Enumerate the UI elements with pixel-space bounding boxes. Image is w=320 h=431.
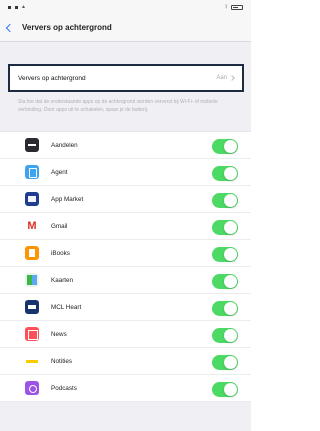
kaarten-toggle[interactable] — [212, 274, 238, 289]
ibooks-toggle[interactable] — [212, 247, 238, 262]
background-refresh-setting-row[interactable]: Ververs op achtergrond Aan — [8, 64, 244, 92]
app-row-podcasts: Podcasts — [0, 375, 251, 402]
notities-toggle[interactable] — [212, 355, 238, 370]
app-row-news: News — [0, 321, 251, 348]
gmail-toggle[interactable] — [212, 220, 238, 235]
podcasts-toggle[interactable] — [212, 382, 238, 397]
status-right: ᛒ — [225, 4, 243, 10]
app-name: Gmail — [51, 222, 68, 230]
status-left: ▲ — [8, 4, 26, 10]
mcl-heart-toggle[interactable] — [212, 301, 238, 316]
settings-screen: ▲ ᛒ Ververs op achtergrond Ververs op ac… — [0, 0, 251, 431]
app-name: Kaarten — [51, 276, 74, 284]
app-name: iBooks — [51, 249, 70, 257]
chevron-right-icon — [229, 75, 235, 81]
app-row-aandelen: Aandelen — [0, 132, 251, 159]
app-row-agent: Agent — [0, 159, 251, 186]
app-name: MCL Heart — [51, 303, 82, 311]
bluetooth-icon: ᛒ — [224, 4, 228, 10]
app-name: News — [51, 330, 67, 338]
app-name: Podcasts — [51, 384, 77, 392]
navigation-bar: Ververs op achtergrond — [0, 14, 251, 42]
signal-icon — [8, 5, 18, 9]
background-refresh-state: Aan — [216, 75, 227, 81]
aandelen-toggle[interactable] — [212, 139, 238, 154]
news-toggle[interactable] — [212, 328, 238, 343]
stocks-icon — [25, 138, 39, 152]
wifi-icon: ▲ — [21, 4, 26, 10]
app-row-ibooks: iBooks — [0, 240, 251, 267]
app-name: Agent — [51, 168, 68, 176]
app-row-gmail: M Gmail — [0, 213, 251, 240]
chevron-left-icon — [5, 23, 15, 33]
back-button[interactable] — [5, 23, 15, 33]
app-market-icon — [25, 192, 39, 206]
ibooks-icon — [25, 246, 39, 260]
notes-icon — [25, 354, 39, 368]
app-row-kaarten: Kaarten — [0, 267, 251, 294]
app-row-mcl-heart: MCL Heart — [0, 294, 251, 321]
background-refresh-value: Aan — [216, 75, 235, 81]
gmail-icon: M — [25, 219, 39, 233]
podcasts-icon — [25, 381, 39, 395]
agent-toggle[interactable] — [212, 166, 238, 181]
mcl-heart-icon — [25, 300, 39, 314]
page-title: Ververs op achtergrond — [22, 23, 112, 32]
app-market-toggle[interactable] — [212, 193, 238, 208]
app-name: App Market — [51, 195, 84, 203]
news-icon — [25, 327, 39, 341]
app-name: Aandelen — [51, 141, 78, 149]
agent-icon — [25, 165, 39, 179]
app-list: Aandelen Agent App Market M Gmail iBooks… — [0, 131, 251, 402]
maps-icon — [25, 273, 39, 287]
battery-icon — [231, 4, 243, 10]
status-bar: ▲ ᛒ — [0, 0, 251, 14]
setting-footnote: Sta toe dat de onderstaande apps op de a… — [18, 99, 218, 113]
background-refresh-label: Ververs op achtergrond — [18, 74, 86, 82]
app-row-notities: Notities — [0, 348, 251, 375]
app-row-app-market: App Market — [0, 186, 251, 213]
app-name: Notities — [51, 357, 72, 365]
